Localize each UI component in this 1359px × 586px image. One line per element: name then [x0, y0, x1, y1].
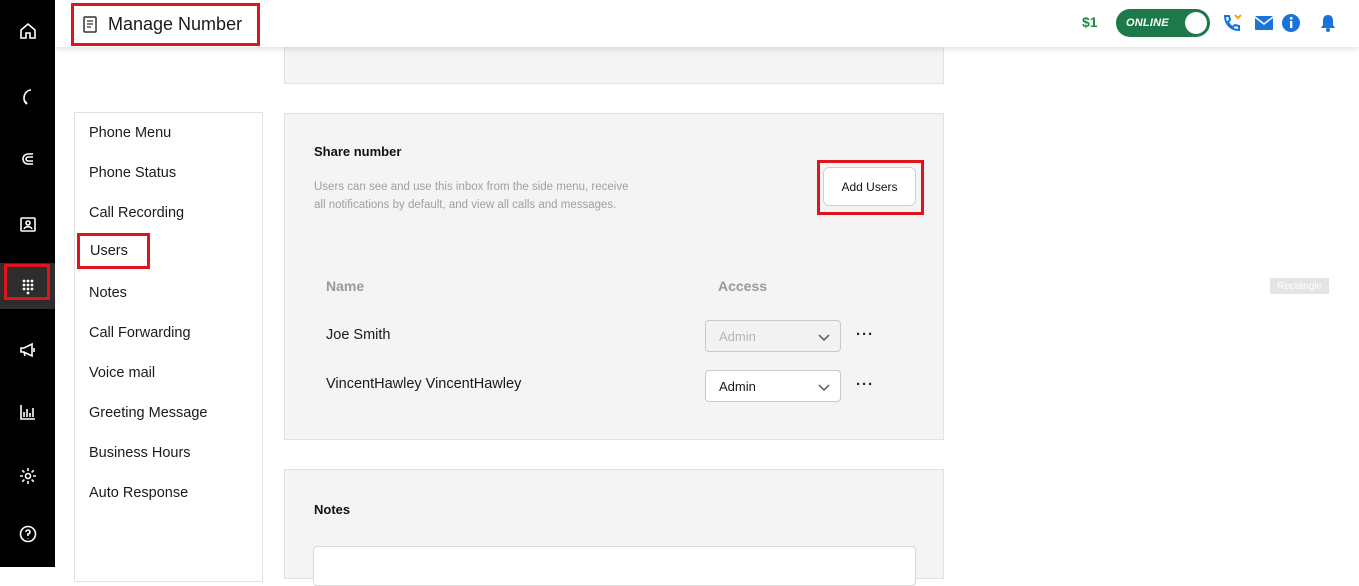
phone-icon[interactable] [0, 74, 55, 120]
share-number-title: Share number [314, 144, 402, 159]
subnav-item-users[interactable]: Users [77, 233, 150, 269]
notes-title: Notes [314, 502, 351, 517]
document-icon [83, 16, 97, 33]
contact-card-icon[interactable] [0, 201, 55, 247]
page-title-box: Manage Number [71, 3, 260, 46]
dialpad-icon[interactable] [0, 263, 55, 309]
access-select-value: Admin [719, 328, 756, 344]
toggle-knob [1185, 12, 1207, 34]
access-select: Admin [705, 320, 841, 352]
subnav-item-auto-response[interactable]: Auto Response [89, 485, 188, 501]
megaphone-icon[interactable] [0, 327, 55, 373]
call-icon[interactable] [1221, 12, 1243, 34]
subnav-item-notes[interactable]: Notes [89, 285, 127, 301]
page-title: Manage Number [108, 14, 243, 34]
column-header-access: Access [718, 278, 768, 294]
subnav-item-users-label: Users [90, 243, 128, 259]
subnav-item-business-hours[interactable]: Business Hours [89, 445, 191, 461]
access-select-value: Admin [719, 378, 756, 394]
magnet-icon[interactable] [0, 136, 55, 182]
subnav-item-voice-mail[interactable]: Voice mail [89, 365, 155, 381]
notes-textarea[interactable] [313, 546, 916, 586]
online-toggle-label: ONLINE [1126, 17, 1169, 29]
user-row-name: VincentHawley VincentHawley [326, 376, 522, 392]
subnav-item-greeting-message[interactable]: Greeting Message [89, 405, 207, 421]
column-header-name: Name [326, 278, 365, 294]
more-options-button[interactable]: ··· [856, 326, 874, 343]
access-select[interactable]: Admin [705, 370, 841, 402]
help-icon[interactable] [0, 511, 55, 557]
subnav-item-call-forwarding[interactable]: Call Forwarding [89, 325, 191, 341]
settings-icon[interactable] [0, 453, 55, 499]
subnav-item-call-recording[interactable]: Call Recording [89, 205, 184, 221]
subnav-item-phone-menu[interactable]: Phone Menu [89, 125, 171, 141]
notification-bell-icon[interactable] [1317, 12, 1339, 34]
rectangle-tag: Rectangle [1270, 278, 1329, 294]
share-number-description: Users can see and use this inbox from th… [314, 181, 629, 211]
notes-panel: Notes [284, 469, 944, 586]
chevron-down-icon [818, 334, 830, 342]
more-options-button[interactable]: ··· [856, 376, 874, 393]
dialpad-highlight [4, 264, 50, 300]
info-icon[interactable] [1280, 12, 1302, 34]
home-icon[interactable] [0, 8, 55, 54]
chevron-down-icon [818, 384, 830, 392]
settings-subnav: Phone Menu Phone Status Call Recording U… [74, 112, 263, 582]
share-number-panel: Share number Users can see and use this … [284, 113, 944, 440]
top-header: Manage Number $1 ONLINE [55, 0, 1359, 47]
balance-amount: $1 [1082, 14, 1098, 30]
left-rail [0, 0, 55, 567]
subnav-item-phone-status[interactable]: Phone Status [89, 165, 176, 181]
online-toggle[interactable]: ONLINE [1116, 9, 1210, 37]
add-users-button[interactable]: Add Users [823, 167, 916, 206]
analytics-icon[interactable] [0, 389, 55, 435]
mail-icon[interactable] [1253, 12, 1275, 34]
user-row-name: Joe Smith [326, 327, 391, 343]
